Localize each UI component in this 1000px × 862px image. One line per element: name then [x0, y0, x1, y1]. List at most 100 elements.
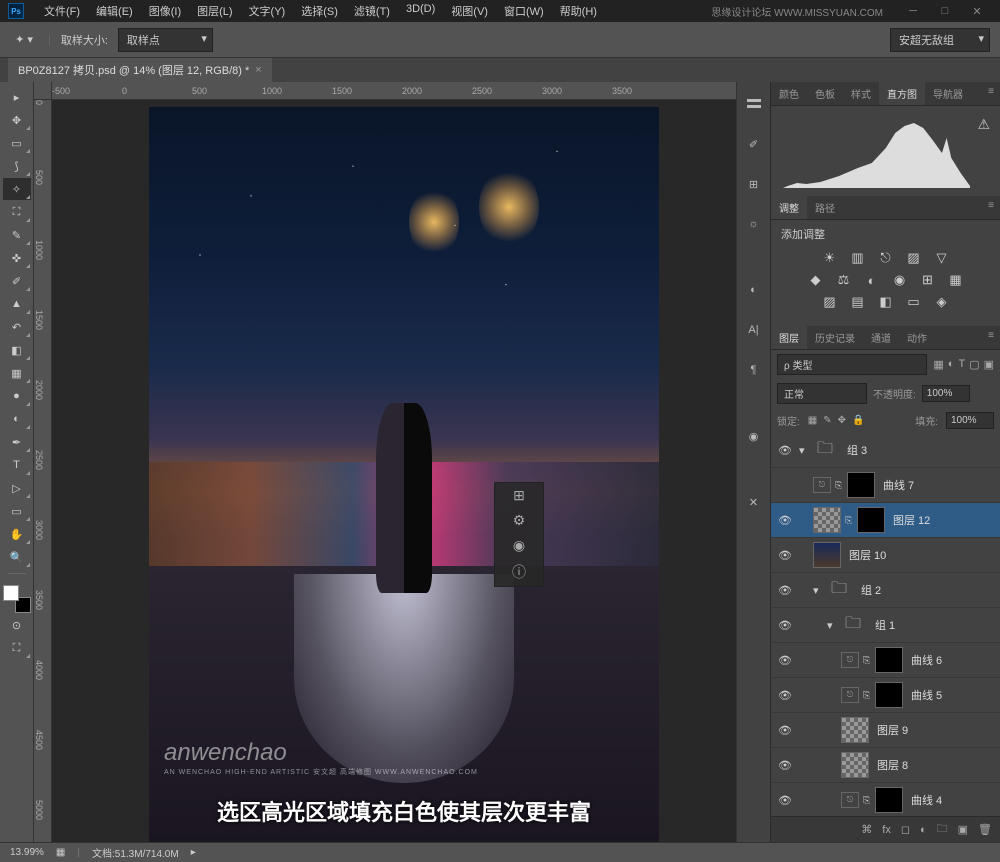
layer-mask-thumb[interactable]: [875, 787, 903, 813]
cc-panel-icon[interactable]: ◉: [742, 424, 766, 448]
layer-visibility-icon[interactable]: 👁: [771, 689, 799, 702]
curves-icon[interactable]: ⎋: [877, 250, 895, 266]
link-icon[interactable]: ⎘: [835, 480, 847, 491]
panel-icon[interactable]: ◉: [513, 537, 525, 554]
panel-tab[interactable]: 通道: [863, 326, 899, 349]
gradient-tool[interactable]: ▦: [3, 362, 31, 384]
document-canvas[interactable]: anwenchao AN WENCHAO HIGH-END ARTISTIC 安…: [149, 107, 659, 842]
menu-item[interactable]: 帮助(H): [552, 3, 605, 19]
layer-name[interactable]: 图层 8: [877, 757, 908, 773]
tab-paths[interactable]: 路径: [807, 196, 843, 219]
link-layers-icon[interactable]: ⌘: [861, 823, 872, 836]
lock-all-icon[interactable]: 🔒: [852, 415, 864, 426]
filter-smart-icon[interactable]: ▣: [984, 358, 994, 371]
layer-row[interactable]: 👁⎘图层 12: [771, 503, 1000, 538]
group-arrow-icon[interactable]: ▾: [827, 619, 839, 632]
layer-visibility-icon[interactable]: 👁: [771, 759, 799, 772]
filter-pixel-icon[interactable]: ▦: [933, 358, 943, 371]
layer-name[interactable]: 图层 9: [877, 722, 908, 738]
filter-type-icon[interactable]: T: [958, 358, 965, 371]
menu-item[interactable]: 文件(F): [36, 3, 88, 19]
adjustments-panel-icon[interactable]: ◐: [742, 278, 766, 302]
menu-item[interactable]: 图层(L): [189, 3, 240, 19]
panel-icon[interactable]: ⚙: [513, 512, 526, 529]
menu-item[interactable]: 编辑(E): [88, 3, 141, 19]
layer-tree[interactable]: 👁▾🗀组 3⎋⎘曲线 7👁⎘图层 12👁图层 10👁▾🗀组 2👁▾🗀组 1👁⎋⎘…: [771, 433, 1000, 816]
group-arrow-icon[interactable]: ▾: [813, 584, 825, 597]
3d-properties-panel[interactable]: ⊞ ⚙ ◉ ⓘ: [494, 482, 544, 587]
document-tab[interactable]: BP0Z8127 拷贝.psd @ 14% (图层 12, RGB/8) * ×: [8, 58, 272, 82]
fill-input[interactable]: 100%: [946, 412, 994, 429]
lock-transparent-icon[interactable]: ▦: [808, 415, 817, 426]
layer-mask-thumb[interactable]: [857, 507, 885, 533]
delete-layer-icon[interactable]: 🗑: [978, 823, 992, 836]
hue-icon[interactable]: ◆: [807, 272, 825, 288]
layer-visibility-icon[interactable]: 👁: [771, 514, 799, 527]
panel-tab[interactable]: 色板: [807, 82, 843, 105]
menu-item[interactable]: 选择(S): [293, 3, 346, 19]
ruler-horizontal[interactable]: -5000500100015002000250030003500: [52, 82, 736, 100]
screenmode-tool[interactable]: ⛶: [3, 637, 31, 659]
threshold-icon[interactable]: ◧: [877, 294, 895, 310]
menu-item[interactable]: 窗口(W): [496, 3, 552, 19]
layer-kind-dropdown[interactable]: ρ 类型: [777, 354, 927, 375]
styles-panel-icon[interactable]: ☼: [742, 212, 766, 236]
link-icon[interactable]: ⎘: [863, 690, 875, 701]
lasso-tool[interactable]: ⟆: [3, 155, 31, 177]
layer-row[interactable]: 👁 图层 8: [771, 748, 1000, 783]
brightness-icon[interactable]: ☀: [821, 250, 839, 266]
eraser-tool[interactable]: ◧: [3, 339, 31, 361]
panel-tab[interactable]: 历史记录: [807, 326, 863, 349]
strip-icon[interactable]: [742, 92, 766, 116]
add-mask-icon[interactable]: ◻: [901, 823, 910, 836]
menu-item[interactable]: 视图(V): [443, 3, 496, 19]
shape-tool[interactable]: ▭: [3, 500, 31, 522]
foreground-color[interactable]: [3, 585, 19, 601]
color-swatches[interactable]: [3, 585, 31, 613]
opacity-input[interactable]: 100%: [922, 385, 970, 402]
panel-icon[interactable]: ⊞: [513, 487, 525, 504]
lock-pixels-icon[interactable]: ✎: [823, 415, 831, 426]
tools-panel-icon[interactable]: ✕: [742, 490, 766, 514]
levels-icon[interactable]: ▥: [849, 250, 867, 266]
workspace-dropdown[interactable]: 安超无敌组: [890, 28, 990, 52]
adjustment-thumb[interactable]: ⎋: [841, 652, 859, 668]
photo-filter-icon[interactable]: ◉: [891, 272, 909, 288]
layer-name[interactable]: 曲线 5: [911, 687, 942, 703]
menu-item[interactable]: 滤镜(T): [346, 3, 398, 19]
layer-row[interactable]: 👁⎋⎘曲线 5: [771, 678, 1000, 713]
layer-thumb[interactable]: [841, 752, 869, 778]
close-button[interactable]: ✕: [962, 2, 992, 20]
layer-visibility-icon[interactable]: 👁: [771, 584, 799, 597]
adjustment-thumb[interactable]: ⎋: [841, 792, 859, 808]
layer-visibility-icon[interactable]: 👁: [771, 794, 799, 807]
posterize-icon[interactable]: ▤: [849, 294, 867, 310]
invert-icon[interactable]: ▨: [821, 294, 839, 310]
zoom-tool[interactable]: 🔍: [3, 546, 31, 568]
layer-name[interactable]: 图层 10: [849, 547, 886, 563]
minimize-button[interactable]: ─: [898, 2, 928, 20]
selective-icon[interactable]: ◈: [933, 294, 951, 310]
path-select-tool[interactable]: ▷: [3, 477, 31, 499]
move-tool[interactable]: ✥: [3, 109, 31, 131]
layer-visibility-icon[interactable]: 👁: [771, 549, 799, 562]
stamp-tool[interactable]: ▲: [3, 293, 31, 315]
current-tool-icon[interactable]: ✦ ▾: [10, 28, 38, 52]
layer-row[interactable]: 👁⎋⎘曲线 6: [771, 643, 1000, 678]
panel-icon[interactable]: ⓘ: [512, 562, 526, 582]
swatches-panel-icon[interactable]: ⊞: [742, 172, 766, 196]
new-layer-icon[interactable]: ▣: [958, 823, 968, 836]
eyedropper-tool[interactable]: ✎: [3, 224, 31, 246]
filter-adjust-icon[interactable]: ◐: [948, 358, 955, 371]
lock-position-icon[interactable]: ✥: [838, 415, 846, 426]
menu-item[interactable]: 3D(D): [398, 3, 443, 19]
vibrance-icon[interactable]: ▽: [933, 250, 951, 266]
group-arrow-icon[interactable]: ▾: [799, 444, 811, 457]
layer-visibility-icon[interactable]: 👁: [771, 654, 799, 667]
zoom-level[interactable]: 13.99%: [10, 847, 44, 858]
layer-visibility-icon[interactable]: 👁: [771, 444, 799, 457]
crop-tool[interactable]: ⛶: [3, 201, 31, 223]
layer-fx-icon[interactable]: fx: [882, 824, 891, 836]
layer-row[interactable]: 👁 图层 10: [771, 538, 1000, 573]
panel-tab[interactable]: 导航器: [925, 82, 971, 105]
